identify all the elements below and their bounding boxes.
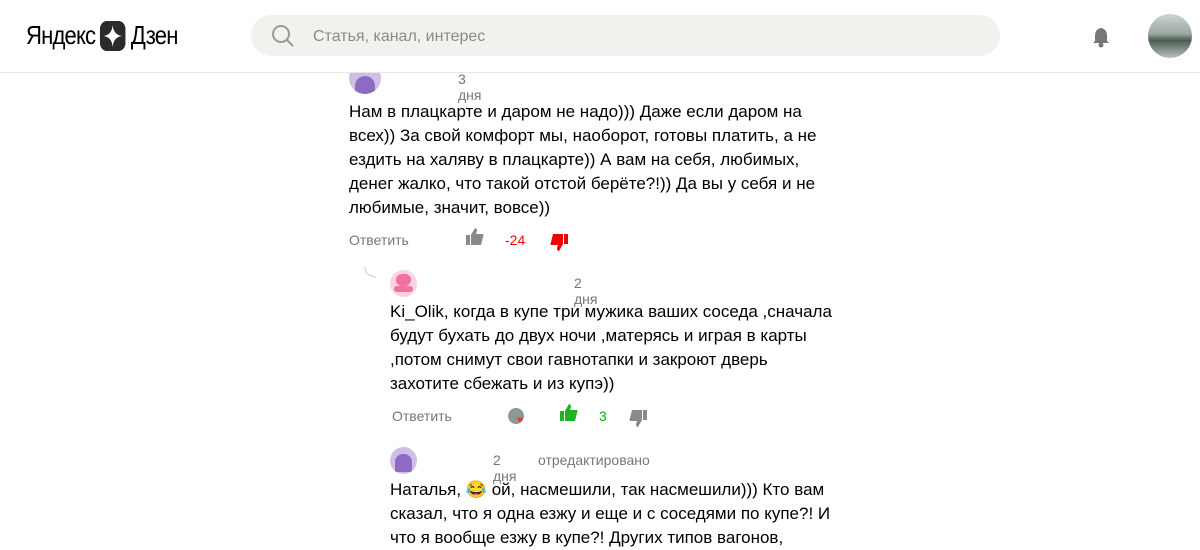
edited-label: отредактировано	[538, 452, 650, 468]
comment-text: Наталья, 😂 ой, насмешили, так насмешили)…	[390, 480, 831, 547]
heart-icon: ♥	[517, 415, 523, 426]
reply-button[interactable]: Ответить	[392, 408, 452, 424]
user-avatar[interactable]	[1148, 14, 1192, 58]
thumb-down-icon[interactable]	[549, 232, 569, 257]
avatar[interactable]	[390, 270, 417, 297]
search-icon	[271, 24, 295, 53]
comment-text: Ki_Olik, когда в купе три мужика ваших с…	[390, 302, 832, 393]
logo-text-right: Дзен	[130, 20, 179, 50]
thumb-up-icon[interactable]	[465, 227, 485, 252]
score: 3	[599, 408, 607, 424]
thumb-up-icon[interactable]	[559, 403, 579, 428]
search-input[interactable]	[311, 15, 915, 58]
thumb-down-icon[interactable]	[628, 408, 648, 433]
yandex-zen-logo[interactable]: Яндекс Дзен	[26, 20, 178, 51]
logo-text-left: Яндекс	[26, 20, 96, 50]
comment-time: 3 дня	[458, 71, 482, 103]
zen-star-icon	[100, 20, 126, 51]
top-header: Яндекс Дзен	[0, 0, 1200, 73]
reply-button[interactable]: Ответить	[349, 232, 409, 248]
search-bar[interactable]	[251, 15, 1000, 58]
bell-icon[interactable]	[1091, 26, 1111, 53]
thread-line-icon	[364, 266, 378, 284]
avatar[interactable]	[390, 447, 417, 474]
author-like-avatar: ♥	[508, 408, 524, 426]
comment-text: Нам в плацкарте и даром не надо))) Даже …	[349, 102, 817, 217]
score: -24	[505, 232, 526, 248]
